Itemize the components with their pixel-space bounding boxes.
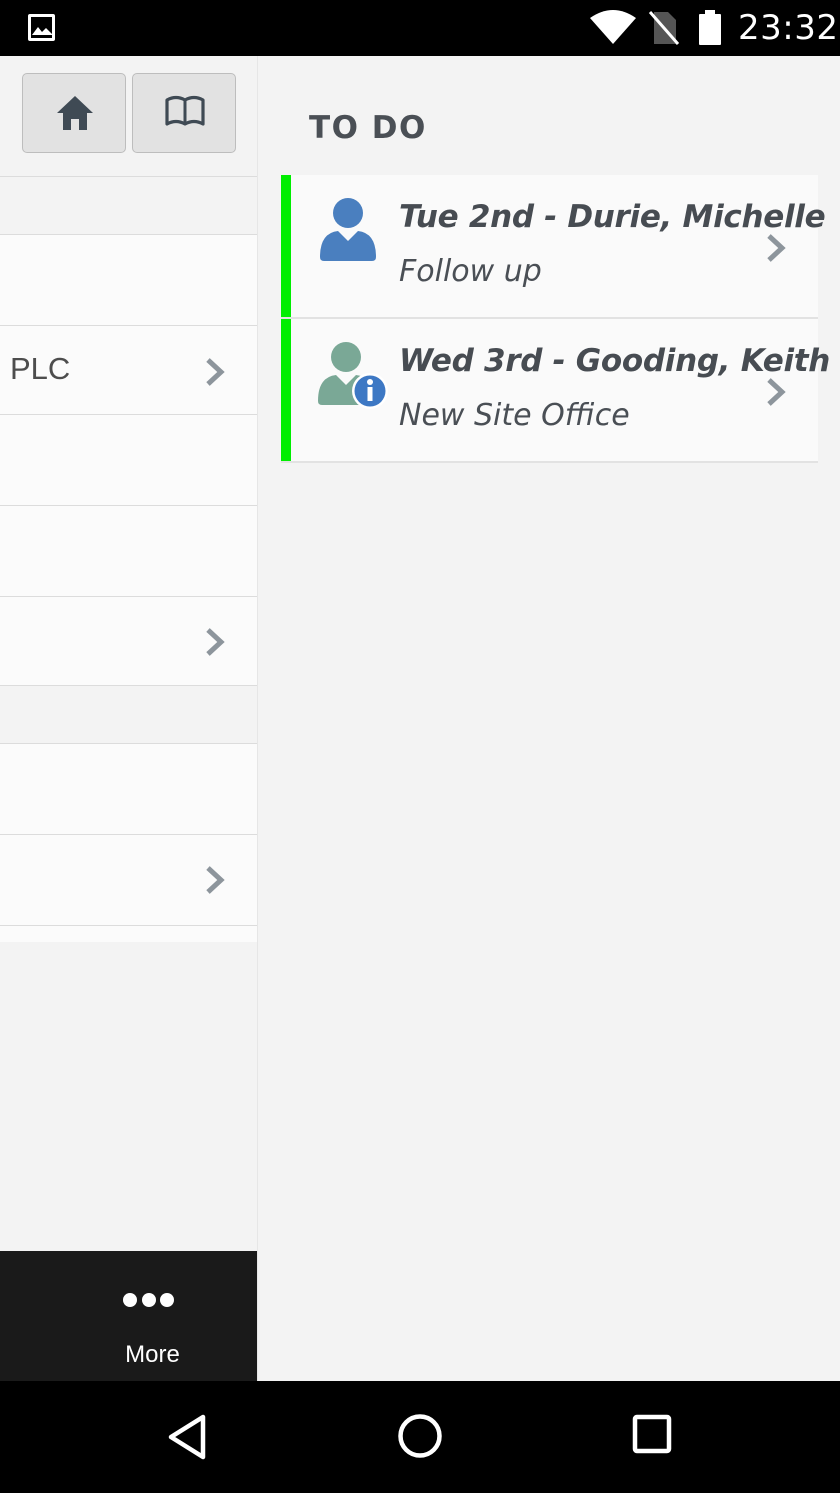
battery-icon xyxy=(699,10,721,45)
toolbar xyxy=(0,56,257,176)
clock: 23:32 xyxy=(738,8,839,48)
todo-item-title: Tue 2nd - Durie, Michelle xyxy=(399,199,826,235)
book-icon xyxy=(165,95,205,126)
home-icon xyxy=(57,96,93,130)
todo-item-title: Wed 3rd - Gooding, Keith xyxy=(399,343,831,379)
status-accent-bar xyxy=(281,319,291,461)
back-icon[interactable] xyxy=(165,1413,209,1461)
list-item-label: PLC xyxy=(10,351,71,386)
more-button[interactable]: More xyxy=(0,1251,257,1381)
status-bar: 23:32 xyxy=(0,0,840,56)
home-circle-icon[interactable] xyxy=(397,1413,443,1459)
navigation-bar xyxy=(0,1381,840,1493)
list-item[interactable] xyxy=(0,743,257,834)
todo-item[interactable]: Tue 2nd - Durie, Michelle Follow up xyxy=(281,175,826,319)
list-item[interactable] xyxy=(0,505,257,596)
todo-item-subtitle: New Site Office xyxy=(399,398,630,433)
status-accent-bar xyxy=(281,175,291,317)
ellipsis-icon xyxy=(123,1293,179,1312)
left-panel: PLC More xyxy=(0,56,257,1381)
gallery-icon xyxy=(28,14,55,41)
chevron-right-icon xyxy=(767,234,786,262)
chevron-right-icon xyxy=(206,358,225,386)
todo-item[interactable]: Wed 3rd - Gooding, Keith New Site Office xyxy=(281,319,830,463)
list-item[interactable] xyxy=(0,834,257,925)
person-info-icon xyxy=(318,342,388,409)
list-item[interactable] xyxy=(0,596,257,685)
chevron-right-icon xyxy=(206,866,225,894)
recents-icon[interactable] xyxy=(632,1413,674,1455)
no-sim-icon xyxy=(648,11,680,45)
list-item[interactable]: PLC xyxy=(0,325,257,414)
home-button[interactable] xyxy=(22,73,126,153)
person-icon xyxy=(320,198,376,261)
chevron-right-icon xyxy=(206,628,225,656)
section-title: TO DO xyxy=(309,110,427,146)
list-group-gap xyxy=(0,685,257,743)
list-item[interactable] xyxy=(0,234,257,325)
list-item[interactable] xyxy=(0,414,257,505)
wifi-icon xyxy=(590,10,636,44)
todo-item-subtitle: Follow up xyxy=(399,254,542,289)
chevron-right-icon xyxy=(767,378,786,406)
book-button[interactable] xyxy=(132,73,236,153)
todo-panel: TO DO Tue 2nd - Durie, Michelle Follow u… xyxy=(257,56,840,1381)
list-item-partial xyxy=(0,925,257,942)
list-group-gap xyxy=(0,176,257,234)
